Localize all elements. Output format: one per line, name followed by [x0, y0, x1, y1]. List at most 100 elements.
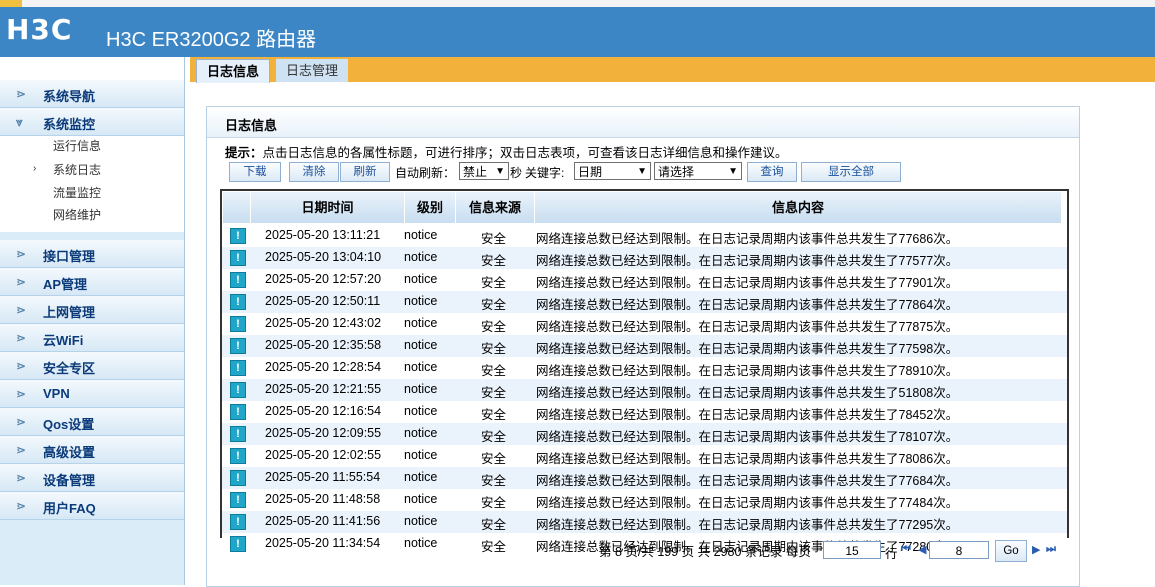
- sidebar-item-system-nav[interactable]: ⋗ 系统导航: [0, 80, 184, 108]
- window-tab-marker: [0, 0, 22, 7]
- log-panel: 日志信息 提示：点击日志信息的各属性标题，可进行排序；双击日志表项，可查看该日志…: [206, 106, 1080, 587]
- cell-source: 安全: [481, 496, 507, 510]
- table-row[interactable]: ! 2025-05-20 11:48:58 notice 安全 网络连接总数已经达到限制…: [222, 489, 1067, 511]
- cell-datetime: 2025-05-20 11:48:58: [265, 492, 381, 506]
- cell-content: 网络连接总数已经达到限制。在日志记录周期内该事件总共发生了77295次。: [536, 518, 959, 532]
- table-row[interactable]: ! 2025-05-20 12:21:55 notice 安全 网络连接总数已经达到限制…: [222, 379, 1067, 401]
- sidebar-item-label: 高级设置: [43, 445, 96, 460]
- cell-datetime: 2025-05-20 12:50:11: [265, 294, 381, 308]
- sidebar-item-label: 接口管理: [43, 249, 96, 264]
- expand-icon: ⋗: [16, 87, 27, 101]
- table-row[interactable]: ! 2025-05-20 13:04:10 notice 安全 网络连接总数已经达到限制…: [222, 247, 1067, 269]
- table-row[interactable]: ! 2025-05-20 12:50:11 notice 安全 网络连接总数已经达到限制…: [222, 291, 1067, 313]
- auto-refresh-value: 禁止: [463, 165, 488, 179]
- keyword-value-select[interactable]: 请选择 ▼: [654, 162, 742, 180]
- expand-icon: ⋗: [16, 303, 27, 317]
- table-row[interactable]: ! 2025-05-20 11:41:56 notice 安全 网络连接总数已经达到限制…: [222, 511, 1067, 533]
- cell-datetime: 2025-05-20 13:11:21: [265, 228, 381, 242]
- table-row[interactable]: ! 2025-05-20 12:02:55 notice 安全 网络连接总数已经达到限制…: [222, 445, 1067, 467]
- cell-source: 安全: [481, 320, 507, 334]
- sidebar-sub-system-log[interactable]: 系统日志: [53, 161, 101, 178]
- refresh-button[interactable]: 刷新: [340, 162, 390, 182]
- go-button[interactable]: Go: [995, 540, 1027, 562]
- cell-level: notice: [404, 338, 438, 352]
- tab-log-info[interactable]: 日志信息: [196, 59, 271, 83]
- hint-line: 提示：点击日志信息的各属性标题，可进行排序；双击日志表项，可查看该日志详细信息和…: [225, 142, 788, 161]
- cell-level: notice: [404, 470, 438, 484]
- table-row[interactable]: ! 2025-05-20 12:35:58 notice 安全 网络连接总数已经达到限制…: [222, 335, 1067, 357]
- sidebar-item-qos[interactable]: ⋗ Qos设置: [0, 408, 184, 436]
- table-row[interactable]: ! 2025-05-20 13:11:21 notice 安全 网络连接总数已经达到限制…: [222, 225, 1067, 247]
- brand-logo: H3C: [6, 13, 73, 46]
- cell-content: 网络连接总数已经达到限制。在日志记录周期内该事件总共发生了77686次。: [536, 232, 959, 246]
- pager-text: 第 8 页/共 199 页 共 2980 条记录 每页: [599, 545, 811, 559]
- table-row[interactable]: ! 2025-05-20 12:16:54 notice 安全 网络连接总数已经达到限制…: [222, 401, 1067, 423]
- cell-source: 安全: [481, 408, 507, 422]
- keyword-label: 关键字:: [525, 166, 565, 180]
- per-page-input[interactable]: 15: [823, 541, 881, 559]
- chevron-down-icon: ▼: [495, 166, 505, 177]
- sidebar-item-label: VPN: [43, 386, 70, 401]
- cell-level: notice: [404, 426, 438, 440]
- table-row[interactable]: ! 2025-05-20 12:43:02 notice 安全 网络连接总数已经达到限制…: [222, 313, 1067, 335]
- info-icon: !: [230, 404, 246, 420]
- sidebar-item-system-monitor[interactable]: ⩔ 系统监控: [0, 108, 184, 136]
- th-content[interactable]: 信息内容: [535, 192, 1061, 223]
- page-input[interactable]: 8: [929, 541, 989, 559]
- cell-level: notice: [404, 294, 438, 308]
- first-page-icon[interactable]: ⏮: [901, 543, 911, 556]
- keyword-select[interactable]: 日期 ▼: [574, 162, 651, 180]
- query-button[interactable]: 查询: [747, 162, 797, 182]
- tab-log-management[interactable]: 日志管理: [276, 59, 349, 82]
- expand-icon: ⋗: [16, 275, 27, 289]
- clear-button[interactable]: 清除: [289, 162, 339, 182]
- cell-datetime: 2025-05-20 12:43:02: [265, 316, 382, 330]
- sidebar-item-label: AP管理: [43, 277, 88, 292]
- sidebar-item-faq[interactable]: ⋗ 用户FAQ: [0, 492, 184, 520]
- chevron-down-icon: ▼: [637, 166, 647, 177]
- tab-bar: 日志信息 日志管理: [190, 57, 1155, 83]
- info-icon: !: [230, 294, 246, 310]
- info-icon: !: [230, 272, 246, 288]
- info-icon: !: [230, 514, 246, 530]
- expand-icon: ⋗: [16, 331, 27, 345]
- sidebar-item-ap[interactable]: ⋗ AP管理: [0, 268, 184, 296]
- sidebar-item-cloud-wifi[interactable]: ⋗ 云WiFi: [0, 324, 184, 352]
- expand-icon: ⋗: [16, 247, 27, 261]
- expand-icon: ⋗: [16, 499, 27, 513]
- cell-content: 网络连接总数已经达到限制。在日志记录周期内该事件总共发生了51808次。: [536, 386, 959, 400]
- sidebar-item-device[interactable]: ⋗ 设备管理: [0, 464, 184, 492]
- sidebar-sub-traffic-monitor[interactable]: 流量监控: [53, 184, 101, 201]
- cell-content: 网络连接总数已经达到限制。在日志记录周期内该事件总共发生了78107次。: [536, 430, 959, 444]
- sidebar-item-advanced[interactable]: ⋗ 高级设置: [0, 436, 184, 464]
- prev-page-icon[interactable]: ◀: [918, 543, 926, 556]
- app-title: H3C ER3200G2 路由器: [106, 29, 317, 51]
- sidebar-item-interface[interactable]: ⋗ 接口管理: [0, 240, 184, 268]
- chevron-down-icon: ▼: [728, 166, 738, 177]
- th-level[interactable]: 级别: [405, 192, 456, 223]
- sidebar-item-security[interactable]: ⋗ 安全专区: [0, 352, 184, 380]
- sidebar-sub-network-maintenance[interactable]: 网络维护: [53, 206, 101, 223]
- sidebar-sub-run-info[interactable]: 运行信息: [53, 137, 101, 154]
- info-icon: !: [230, 250, 246, 266]
- cell-source: 安全: [481, 452, 507, 466]
- table-row[interactable]: ! 2025-05-20 11:55:54 notice 安全 网络连接总数已经达到限制…: [222, 467, 1067, 489]
- table-row[interactable]: ! 2025-05-20 12:09:55 notice 安全 网络连接总数已经达到限制…: [222, 423, 1067, 445]
- window-top-strip: [0, 0, 1155, 7]
- auto-refresh-select[interactable]: 禁止 ▼: [459, 162, 509, 180]
- show-all-button[interactable]: 显示全部: [801, 162, 901, 182]
- next-page-icon[interactable]: ▶: [1032, 543, 1040, 556]
- cell-datetime: 2025-05-20 12:57:20: [265, 272, 382, 286]
- sidebar-item-vpn[interactable]: ⋗ VPN: [0, 380, 184, 408]
- seconds-label: 秒: [510, 166, 523, 180]
- cell-level: notice: [404, 382, 438, 396]
- th-source[interactable]: 信息来源: [456, 192, 535, 223]
- th-datetime[interactable]: 日期时间: [251, 192, 405, 223]
- cell-source: 安全: [481, 364, 507, 378]
- table-row[interactable]: ! 2025-05-20 12:28:54 notice 安全 网络连接总数已经达到限制…: [222, 357, 1067, 379]
- table-row[interactable]: ! 2025-05-20 12:57:20 notice 安全 网络连接总数已经达到限制…: [222, 269, 1067, 291]
- last-page-icon[interactable]: ⏭: [1046, 543, 1056, 556]
- sidebar-item-internet[interactable]: ⋗ 上网管理: [0, 296, 184, 324]
- download-button[interactable]: 下载: [229, 162, 281, 182]
- cell-datetime: 2025-05-20 12:09:55: [265, 426, 382, 440]
